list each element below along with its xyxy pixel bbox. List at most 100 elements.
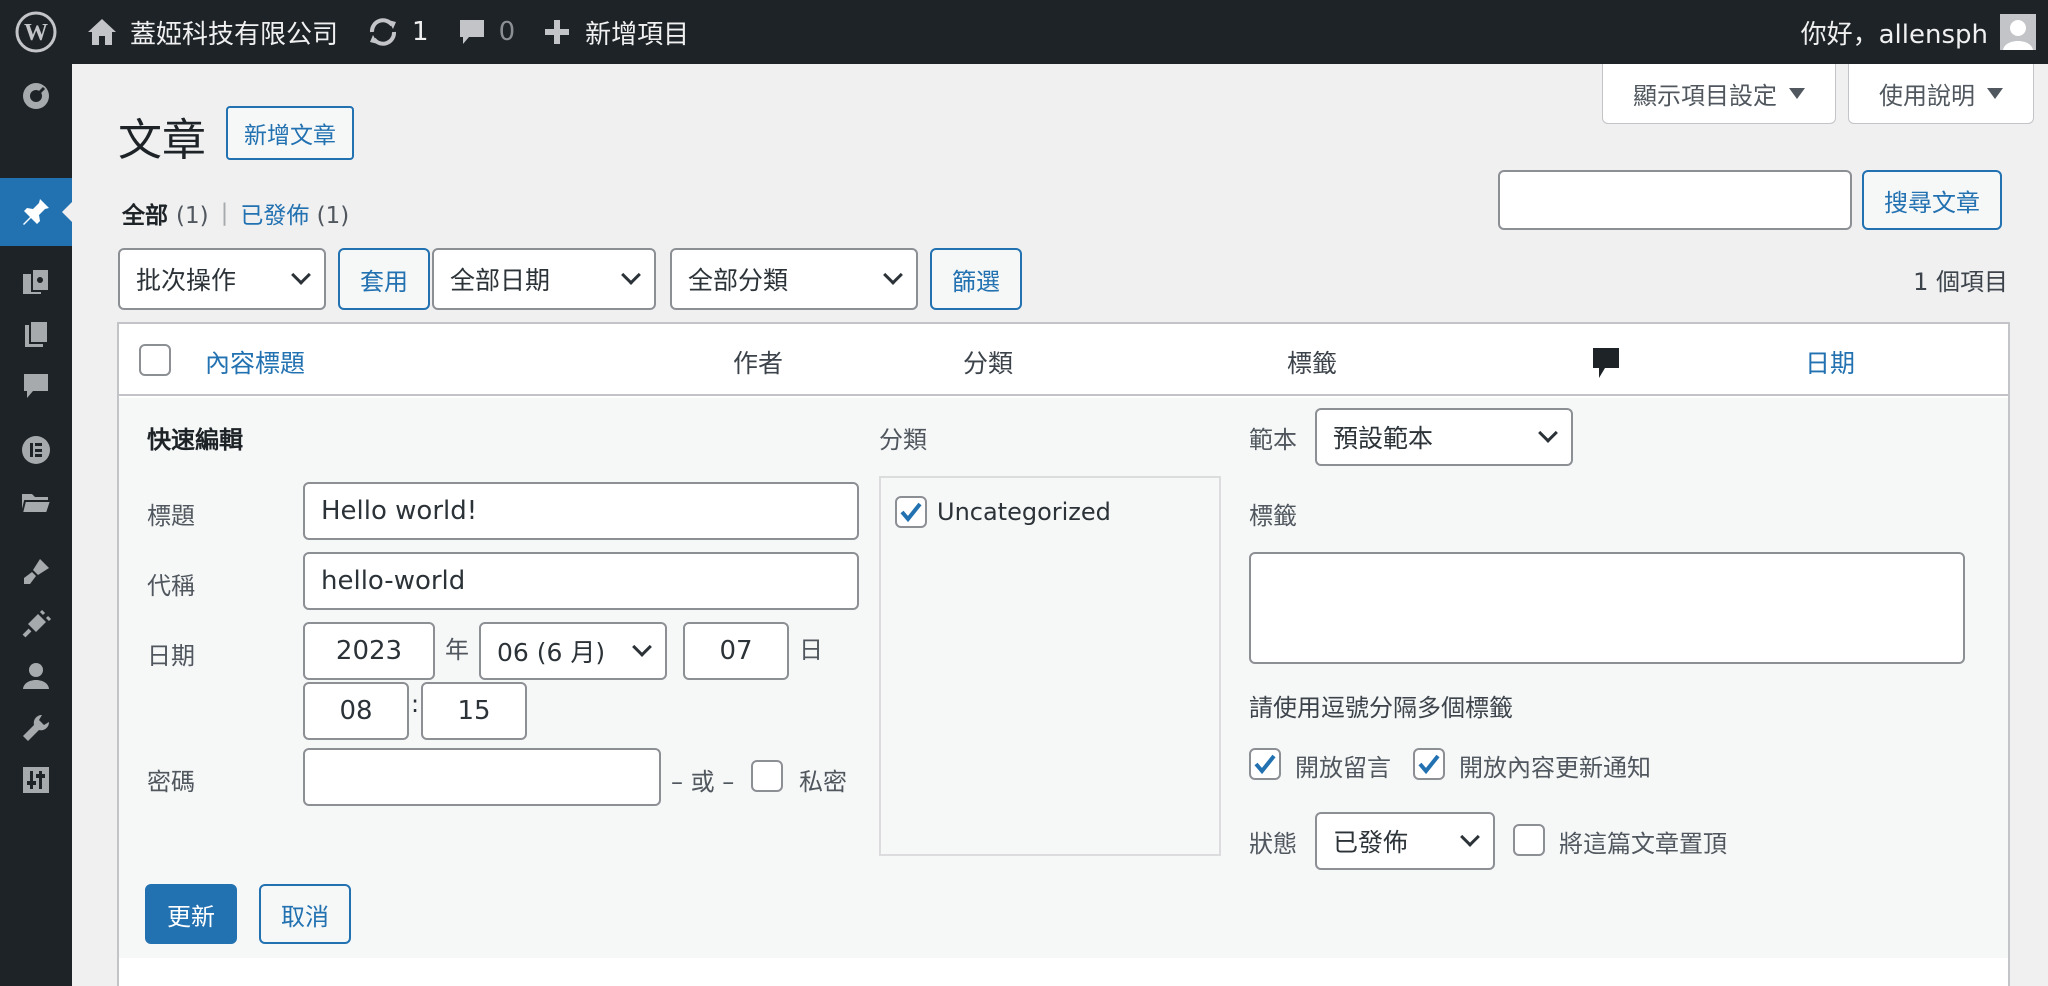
menu-comments[interactable] xyxy=(0,356,72,416)
month-select[interactable]: 06 (6 月) xyxy=(479,622,667,680)
menu-users[interactable] xyxy=(0,646,72,706)
category-checklist: Uncategorized xyxy=(879,476,1221,856)
status-select[interactable]: 已發佈 xyxy=(1315,812,1495,870)
bulk-action-value: 批次操作 xyxy=(136,266,237,295)
filter-button[interactable]: 篩選 xyxy=(930,248,1022,310)
categories-label: 分類 xyxy=(879,426,927,454)
search-input[interactable] xyxy=(1498,170,1852,230)
quick-edit-panel: 快速編輯 標題 Hello world! 代稱 hello-world 日期 2… xyxy=(119,398,2008,958)
hour-input[interactable]: 08 xyxy=(303,682,409,740)
menu-settings[interactable] xyxy=(0,750,72,810)
checkmark-icon xyxy=(1254,754,1276,775)
site-name: 蓋婭科技有限公司 xyxy=(130,19,339,50)
select-all-checkbox[interactable] xyxy=(139,344,171,376)
updates-link[interactable]: 1 xyxy=(352,0,443,64)
slug-input[interactable]: hello-world xyxy=(303,552,859,610)
sticky-checkbox[interactable] xyxy=(1513,824,1545,856)
search-posts-button[interactable]: 搜尋文章 xyxy=(1862,170,2002,230)
column-author: 作者 xyxy=(733,349,784,378)
posts-table: 內容標題 作者 分類 標籤 日期 快速編輯 標題 Hello world! 代稱… xyxy=(117,322,2010,986)
chevron-down-icon xyxy=(1460,827,1480,847)
view-published[interactable]: 已發佈 (1) xyxy=(240,196,349,230)
home-icon xyxy=(88,19,116,45)
updates-count: 1 xyxy=(412,17,429,47)
minute-input[interactable]: 15 xyxy=(421,682,527,740)
menu-tools[interactable] xyxy=(0,698,72,758)
screen-meta-tabs: 顯示項目設定 使用說明 xyxy=(1602,64,2034,124)
column-title[interactable]: 內容標題 xyxy=(205,344,305,380)
allow-pings-label: 開放內容更新通知 xyxy=(1459,754,1651,782)
day-input[interactable]: 07 xyxy=(683,622,789,680)
view-all[interactable]: 全部 (1) xyxy=(122,196,209,230)
folder-icon xyxy=(20,494,52,514)
add-new-post-button[interactable]: 新增文章 xyxy=(226,106,354,160)
checkmark-icon xyxy=(1418,754,1440,775)
sliders-icon xyxy=(23,767,49,793)
allow-pings-checkbox[interactable] xyxy=(1413,748,1445,780)
category-filter-value: 全部分類 xyxy=(688,266,789,295)
date-label: 日期 xyxy=(147,642,195,670)
column-tags: 標籤 xyxy=(1287,349,1338,378)
menu-media[interactable] xyxy=(0,252,72,312)
help-label: 使用說明 xyxy=(1879,82,1975,110)
menu-pages[interactable] xyxy=(0,304,72,364)
new-content-link[interactable]: 新增項目 xyxy=(529,0,703,64)
year-suffix: 年 xyxy=(445,636,469,664)
year-input[interactable]: 2023 xyxy=(303,622,435,680)
greeting: 你好，allensph xyxy=(1800,19,1988,50)
triangle-down-icon xyxy=(1789,87,1805,99)
bulk-action-select[interactable]: 批次操作 xyxy=(118,248,326,310)
password-input[interactable] xyxy=(303,748,661,806)
tags-label: 標籤 xyxy=(1249,502,1297,530)
plus-icon xyxy=(545,20,570,44)
template-select[interactable]: 預設範本 xyxy=(1315,408,1573,466)
wrench-icon xyxy=(23,714,50,741)
category-filter-select[interactable]: 全部分類 xyxy=(670,248,918,310)
chevron-down-icon xyxy=(621,265,641,285)
or-label: – 或 – xyxy=(671,768,735,796)
chevron-down-icon xyxy=(883,265,903,285)
menu-appearance[interactable] xyxy=(0,542,72,602)
triangle-down-icon xyxy=(1987,87,2003,99)
uncategorized-checkbox[interactable] xyxy=(895,496,927,528)
quick-edit-heading: 快速編輯 xyxy=(147,426,243,454)
menu-file-manager[interactable] xyxy=(0,472,72,532)
wordpress-logo-icon[interactable]: W xyxy=(0,0,72,64)
updates-icon xyxy=(370,18,397,46)
menu-posts[interactable] xyxy=(0,178,72,246)
menu-dashboard[interactable] xyxy=(0,64,72,124)
cancel-button[interactable]: 取消 xyxy=(259,884,351,944)
date-filter-value: 全部日期 xyxy=(450,266,551,295)
date-filter-select[interactable]: 全部日期 xyxy=(432,248,656,310)
private-label: 私密 xyxy=(799,768,847,796)
plugin-icon xyxy=(22,609,52,638)
menu-plugins[interactable] xyxy=(0,594,72,654)
column-categories: 分類 xyxy=(963,349,1014,378)
menu-elementor[interactable] xyxy=(0,420,72,480)
private-checkbox[interactable] xyxy=(751,760,783,792)
help-button[interactable]: 使用說明 xyxy=(1848,64,2034,124)
tags-textarea[interactable] xyxy=(1249,552,1965,664)
view-published-count: (1) xyxy=(316,203,350,229)
view-published-label: 已發佈 xyxy=(240,203,310,229)
comment-icon xyxy=(459,20,484,44)
sticky-label: 將這篇文章置頂 xyxy=(1559,830,1727,858)
dashboard-icon xyxy=(23,83,49,109)
page-title: 文章 xyxy=(118,115,206,166)
title-input[interactable]: Hello world! xyxy=(303,482,859,540)
column-date[interactable]: 日期 xyxy=(1805,344,1855,380)
main-content: 顯示項目設定 使用說明 文章 新增文章 全部 (1) | 已發佈 (1) 搜尋文… xyxy=(72,64,2048,986)
comments-column-icon[interactable] xyxy=(1591,346,1621,380)
site-name-link[interactable]: 蓋婭科技有限公司 xyxy=(72,0,352,64)
update-button[interactable]: 更新 xyxy=(145,884,237,944)
my-account-link[interactable]: 你好，allensph xyxy=(1787,0,2048,64)
screen-options-button[interactable]: 顯示項目設定 xyxy=(1602,64,1836,124)
apply-button[interactable]: 套用 xyxy=(338,248,430,310)
allow-comments-checkbox[interactable] xyxy=(1249,748,1281,780)
comments-link[interactable]: 0 xyxy=(443,0,530,64)
user-icon xyxy=(23,663,49,689)
pages-icon xyxy=(25,320,49,347)
media-icon xyxy=(23,268,50,294)
day-suffix: 日 xyxy=(799,636,823,664)
view-all-count: (1) xyxy=(176,203,209,229)
